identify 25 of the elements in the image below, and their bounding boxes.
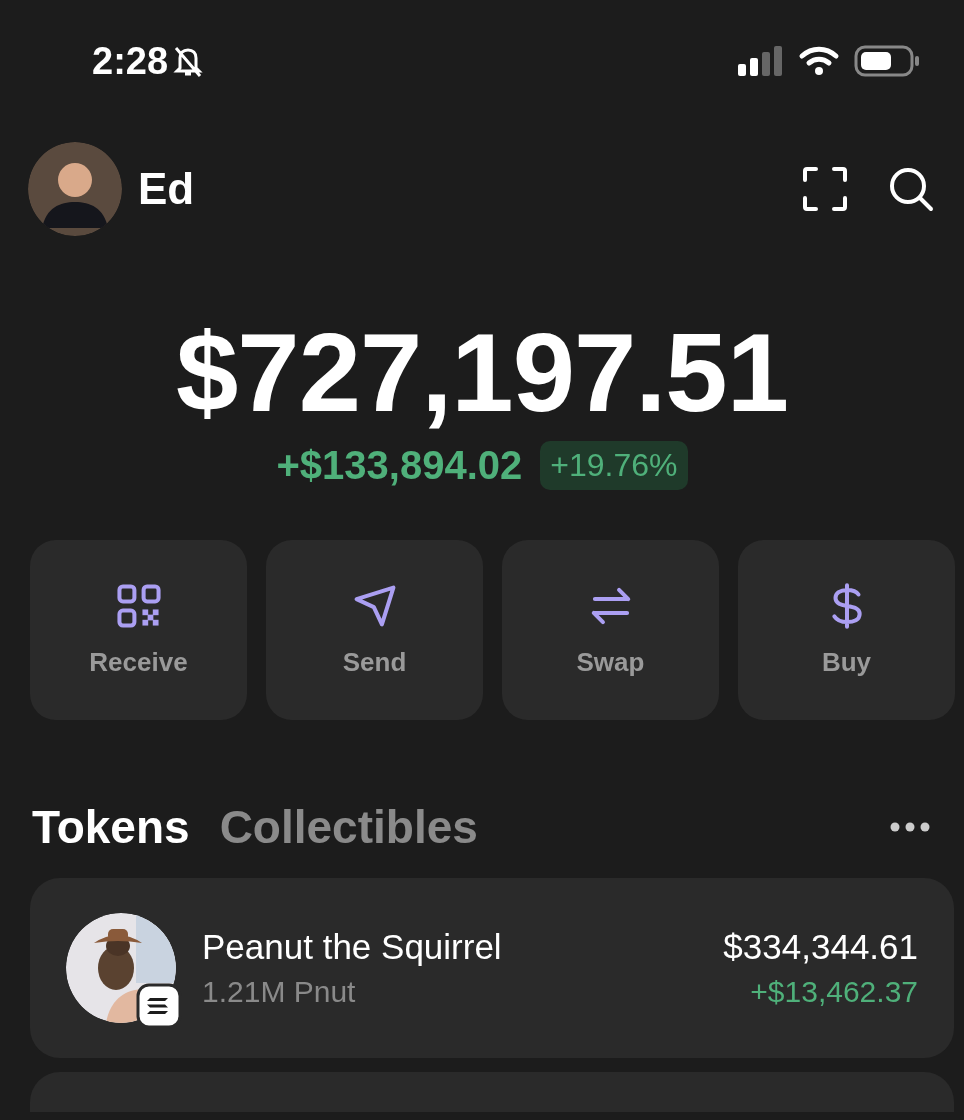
status-time: 2:28 xyxy=(92,39,169,83)
buy-button[interactable]: Buy xyxy=(738,540,955,720)
token-change: +$13,462.37 xyxy=(750,975,918,1009)
tab[interactable]: Collectibles xyxy=(219,800,478,854)
token-value: $334,344.61 xyxy=(723,927,918,967)
tab[interactable]: Tokens xyxy=(32,800,190,854)
token-name: Peanut the Squirrel xyxy=(202,927,503,967)
chain-badge-icon xyxy=(136,983,182,1029)
token-amount: 1.21M Pnut xyxy=(202,975,357,1009)
more-icon[interactable] xyxy=(890,822,930,832)
wifi-icon xyxy=(798,46,840,76)
search-icon[interactable] xyxy=(888,166,934,212)
avatar[interactable] xyxy=(28,142,122,236)
qr-code-icon xyxy=(115,582,162,629)
receive-button[interactable]: Receive xyxy=(30,540,247,720)
scan-icon[interactable] xyxy=(802,166,848,212)
change-percent: +19.76% xyxy=(540,441,688,490)
swap-button[interactable]: Swap xyxy=(502,540,719,720)
send-button[interactable]: Send xyxy=(266,540,483,720)
battery-icon xyxy=(854,45,920,77)
account-name[interactable]: Ed xyxy=(138,164,195,214)
signal-icon xyxy=(738,46,784,76)
total-balance: $727,197.51 xyxy=(175,309,789,437)
balance-change: +$133,894.02 xyxy=(276,443,523,488)
token-row[interactable]: Peanut the Squirrel 1.21M Pnut $334,344.61 +$13,462.37 xyxy=(30,878,954,1058)
